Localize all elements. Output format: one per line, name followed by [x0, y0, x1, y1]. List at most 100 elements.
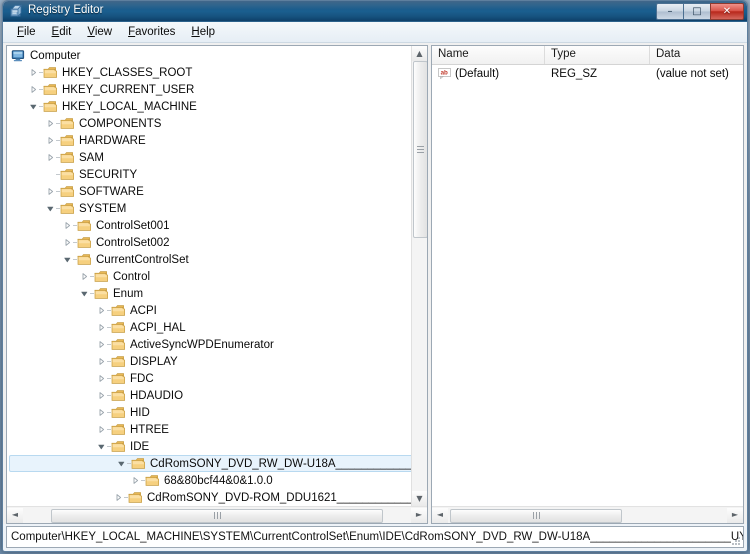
expand-arrow-icon[interactable]: [79, 271, 90, 282]
expand-arrow-icon[interactable]: [28, 84, 39, 95]
expand-arrow-icon[interactable]: [96, 305, 107, 316]
expand-arrow-icon[interactable]: [28, 67, 39, 78]
column-header-type[interactable]: Type: [545, 46, 650, 64]
tree-scroll-region[interactable]: Computer HKEY_CLASSES_ROOT HKEY_CURRENT_US…: [7, 46, 427, 506]
tree-node-htree[interactable]: HTREE: [7, 421, 427, 438]
tree-node-security[interactable]: SECURITY: [7, 166, 427, 183]
tree-scroll-thumb[interactable]: [413, 61, 427, 238]
tree-node-hkey-classes-root[interactable]: HKEY_CLASSES_ROOT: [7, 64, 427, 81]
expand-arrow-icon[interactable]: [96, 356, 107, 367]
tree-node-label: HKEY_CURRENT_USER: [62, 83, 195, 96]
tree-node-control[interactable]: Control: [7, 268, 427, 285]
tree-scroll-down-button[interactable]: ▼: [412, 491, 427, 506]
tree-scroll-up-button[interactable]: ▲: [412, 46, 427, 61]
folder-icon: [111, 304, 126, 317]
folder-icon: [111, 321, 126, 334]
values-list[interactable]: ab (Default) REG_SZ (value not set): [432, 65, 743, 506]
chevron-right-icon: ►: [731, 510, 739, 519]
tree-node-hid[interactable]: HID: [7, 404, 427, 421]
menu-item-help[interactable]: Help: [183, 24, 223, 40]
tree-scroll-track[interactable]: [412, 61, 427, 491]
expand-arrow-icon[interactable]: [45, 118, 56, 129]
title-bar[interactable]: Registry Editor – □ ✕: [3, 1, 747, 22]
menu-accelerator: H: [191, 26, 200, 38]
tree-scroll-right-button[interactable]: ►: [411, 507, 427, 523]
tree-node-acpi[interactable]: ACPI: [7, 302, 427, 319]
folder-icon: [111, 440, 126, 453]
expand-arrow-icon[interactable]: [96, 407, 107, 418]
expand-arrow-icon[interactable]: [96, 390, 107, 401]
tree-hscroll-track[interactable]: [23, 507, 411, 523]
tree-node-enum[interactable]: Enum: [7, 285, 427, 302]
column-header-name[interactable]: Name: [432, 46, 545, 64]
folder-icon: [94, 270, 109, 283]
scroll-grip-icon: [417, 146, 424, 153]
collapse-arrow-icon[interactable]: [116, 458, 127, 469]
tree-node-cdromsony-dvd-rom-ddu1621-s1-5[interactable]: CdRomSONY_DVD-ROM_DDU1621_______________…: [7, 489, 427, 506]
tree-node-68-80bcf44-0-1-0-0[interactable]: 68&80bcf44&0&1.0.0: [7, 472, 427, 489]
tree-node-label: Computer: [30, 49, 81, 62]
values-scroll-right-button[interactable]: ►: [727, 507, 743, 523]
tree-hscroll-thumb[interactable]: [51, 508, 383, 523]
folder-icon: [77, 236, 92, 249]
tree-node-controlset001[interactable]: ControlSet001: [7, 217, 427, 234]
tree-node-controlset002[interactable]: ControlSet002: [7, 234, 427, 251]
expand-arrow-icon[interactable]: [96, 339, 107, 350]
tree-node-label: HDAUDIO: [130, 389, 184, 402]
tree-node-software[interactable]: SOFTWARE: [7, 183, 427, 200]
tree-node-hkey-current-user[interactable]: HKEY_CURRENT_USER: [7, 81, 427, 98]
expand-arrow-icon[interactable]: [45, 186, 56, 197]
expand-arrow-icon[interactable]: [62, 237, 73, 248]
value-type-cell: REG_SZ: [551, 67, 598, 80]
menu-item-file[interactable]: File: [9, 24, 44, 40]
tree-node-currentcontrolset[interactable]: CurrentControlSet: [7, 251, 427, 268]
tree-node-label: CdRomSONY_DVD-ROM_DDU1621_______________…: [147, 491, 427, 504]
resize-grip-icon[interactable]: [731, 536, 741, 546]
status-bar-path: Computer\HKEY_LOCAL_MACHINE\SYSTEM\Curre…: [11, 531, 743, 543]
collapse-arrow-icon[interactable]: [96, 441, 107, 452]
close-button[interactable]: ✕: [710, 3, 744, 20]
menu-item-edit[interactable]: Edit: [44, 24, 80, 40]
expand-arrow-icon[interactable]: [45, 135, 56, 146]
tree-horizontal-scrollbar[interactable]: ◄ ►: [7, 506, 427, 523]
tree-node-display[interactable]: DISPLAY: [7, 353, 427, 370]
tree-node-cdromsony-dvd-rw-dw-u18a-uys1[interactable]: CdRomSONY_DVD_RW_DW-U18A________________…: [9, 455, 427, 472]
chevron-down-icon: ▼: [416, 493, 423, 503]
minimize-button[interactable]: –: [656, 3, 683, 20]
folder-icon: [77, 219, 92, 232]
expand-arrow-icon[interactable]: [96, 322, 107, 333]
tree-node-hkey-local-machine[interactable]: HKEY_LOCAL_MACHINE: [7, 98, 427, 115]
collapse-arrow-icon[interactable]: [62, 254, 73, 265]
tree-node-hdaudio[interactable]: HDAUDIO: [7, 387, 427, 404]
values-scroll-left-button[interactable]: ◄: [432, 507, 448, 523]
expand-arrow-icon[interactable]: [96, 373, 107, 384]
values-hscroll-thumb[interactable]: [450, 508, 622, 523]
values-hscroll-track[interactable]: [448, 507, 727, 523]
tree-node-system[interactable]: SYSTEM: [7, 200, 427, 217]
expand-arrow-icon[interactable]: [113, 492, 124, 503]
collapse-arrow-icon[interactable]: [79, 288, 90, 299]
tree-vertical-scrollbar[interactable]: ▲ ▼: [411, 46, 427, 506]
tree-node-hardware[interactable]: HARDWARE: [7, 132, 427, 149]
expand-arrow-icon[interactable]: [130, 475, 141, 486]
expand-arrow-icon[interactable]: [96, 424, 107, 435]
values-horizontal-scrollbar[interactable]: ◄ ►: [432, 506, 743, 523]
tree-scroll-left-button[interactable]: ◄: [7, 507, 23, 523]
tree-node-ide[interactable]: IDE: [7, 438, 427, 455]
expand-arrow-icon[interactable]: [45, 152, 56, 163]
collapse-arrow-icon[interactable]: [45, 203, 56, 214]
expand-arrow-icon[interactable]: [62, 220, 73, 231]
tree-node-activesyncwpdenumerator[interactable]: ActiveSyncWPDEnumerator: [7, 336, 427, 353]
tree-node-acpi-hal[interactable]: ACPI_HAL: [7, 319, 427, 336]
menu-item-view[interactable]: View: [79, 24, 120, 40]
value-row[interactable]: ab (Default) REG_SZ (value not set): [432, 65, 743, 82]
maximize-button[interactable]: □: [683, 3, 710, 20]
tree-node-computer[interactable]: Computer: [7, 47, 427, 64]
tree-node-fdc[interactable]: FDC: [7, 370, 427, 387]
tree-node-sam[interactable]: SAM: [7, 149, 427, 166]
tree-node-components[interactable]: COMPONENTS: [7, 115, 427, 132]
computer-icon: [11, 49, 26, 62]
menu-item-favorites[interactable]: Favorites: [120, 24, 183, 40]
collapse-arrow-icon[interactable]: [28, 101, 39, 112]
column-header-data[interactable]: Data: [650, 46, 743, 64]
